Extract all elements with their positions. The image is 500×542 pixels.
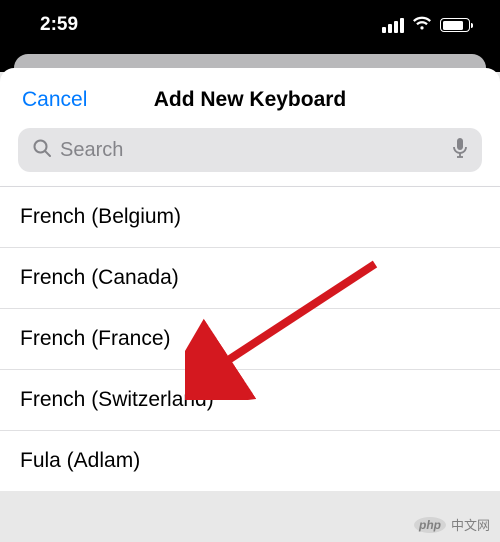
cellular-signal-icon	[382, 18, 404, 33]
watermark-logo: php	[414, 517, 446, 533]
mic-icon[interactable]	[452, 137, 468, 164]
watermark-text: 中文网	[451, 515, 490, 534]
keyboard-list: French (Belgium) French (Canada) French …	[0, 187, 500, 491]
list-item[interactable]: French (France)	[0, 309, 500, 370]
cancel-button[interactable]: Cancel	[22, 88, 87, 112]
list-item[interactable]: Fula (Adlam)	[0, 431, 500, 491]
search-icon	[32, 138, 52, 163]
list-item-label: French (Switzerland)	[20, 388, 214, 411]
status-right	[382, 15, 470, 36]
watermark: php 中文网	[414, 515, 490, 534]
wifi-icon	[412, 15, 432, 36]
modal-sheet: Cancel Add New Keyboard Search French (B…	[0, 68, 500, 491]
list-item[interactable]: French (Canada)	[0, 248, 500, 309]
status-time: 2:59	[40, 14, 78, 36]
list-item-label: French (Belgium)	[20, 205, 181, 228]
sheet-header: Cancel Add New Keyboard	[0, 68, 500, 128]
list-item-label: French (Canada)	[20, 266, 179, 289]
search-field[interactable]: Search	[18, 128, 482, 172]
battery-icon	[440, 18, 470, 32]
list-item[interactable]: French (Belgium)	[0, 187, 500, 248]
list-item-label: Fula (Adlam)	[20, 449, 140, 472]
list-item-label: French (France)	[20, 327, 171, 350]
list-item[interactable]: French (Switzerland)	[0, 370, 500, 431]
status-bar: 2:59	[0, 0, 500, 50]
search-input[interactable]: Search	[60, 139, 444, 162]
